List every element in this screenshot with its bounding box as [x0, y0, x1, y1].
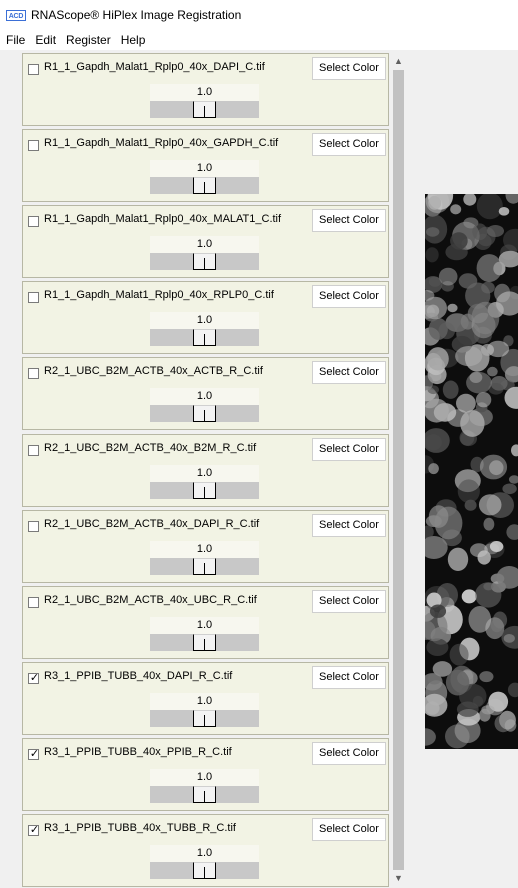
channel-panel: R2_1_UBC_B2M_ACTB_40x_UBC_R_C.tif Select …	[22, 586, 389, 659]
channel-panel: R2_1_UBC_B2M_ACTB_40x_DAPI_R_C.tif Select…	[22, 510, 389, 583]
channel-panel: R1_1_Gapdh_Malat1_Rplp0_40x_DAPI_C.tif Se…	[22, 53, 389, 126]
slider-thumb[interactable]	[193, 253, 216, 270]
opacity-slider[interactable]	[150, 101, 259, 118]
channel-panel: R1_1_Gapdh_Malat1_Rplp0_40x_RPLP0_C.tif S…	[22, 281, 389, 354]
opacity-slider[interactable]	[150, 558, 259, 575]
app-logo-icon: ACD	[6, 9, 26, 21]
channel-filename: R3_1_PPIB_TUBB_40x_DAPI_R_C.tif	[44, 670, 233, 682]
channel-checkbox[interactable]: ✓	[28, 672, 40, 684]
slider-thumb[interactable]	[193, 177, 216, 194]
menu-register[interactable]: Register	[61, 33, 116, 47]
slider-value: 1.0	[150, 541, 259, 558]
channel-panel: R1_1_Gapdh_Malat1_Rplp0_40x_MALAT1_C.tif…	[22, 205, 389, 278]
channel-filename: R2_1_UBC_B2M_ACTB_40x_B2M_R_C.tif	[44, 442, 257, 454]
slider-value: 1.0	[150, 388, 259, 405]
opacity-slider[interactable]	[150, 634, 259, 651]
slider-thumb[interactable]	[193, 634, 216, 651]
select-color-button[interactable]: Select Color	[312, 209, 386, 232]
channel-filename: R2_1_UBC_B2M_ACTB_40x_DAPI_R_C.tif	[44, 518, 260, 530]
opacity-slider[interactable]	[150, 786, 259, 803]
channel-checkbox[interactable]	[28, 368, 39, 379]
select-color-button[interactable]: Select Color	[312, 57, 386, 80]
slider-thumb[interactable]	[193, 786, 216, 803]
slider-value: 1.0	[150, 160, 259, 177]
opacity-slider[interactable]	[150, 862, 259, 879]
channel-panel: R2_1_UBC_B2M_ACTB_40x_ACTB_R_C.tif Select…	[22, 357, 389, 430]
select-color-button[interactable]: Select Color	[312, 361, 386, 384]
app-window: ACD RNAScope® HiPlex Image Registration …	[0, 0, 518, 888]
opacity-slider[interactable]	[150, 482, 259, 499]
slider-value: 1.0	[150, 236, 259, 253]
channel-filename: R1_1_Gapdh_Malat1_Rplp0_40x_DAPI_C.tif	[44, 61, 265, 73]
select-color-button[interactable]: Select Color	[312, 818, 386, 841]
scroll-down-icon[interactable]: ▼	[390, 870, 407, 887]
channel-panel: ✓ R3_1_PPIB_TUBB_40x_TUBB_R_C.tif Select C…	[22, 814, 389, 887]
channel-filename: R2_1_UBC_B2M_ACTB_40x_UBC_R_C.tif	[44, 594, 257, 606]
channel-checkbox[interactable]: ✓	[28, 748, 40, 760]
channel-checkbox[interactable]	[28, 140, 39, 151]
menu-file[interactable]: File	[0, 33, 30, 47]
select-color-button[interactable]: Select Color	[312, 666, 386, 689]
slider-value: 1.0	[150, 312, 259, 329]
menu-bar: File Edit Register Help	[0, 30, 518, 50]
select-color-button[interactable]: Select Color	[312, 742, 386, 765]
title-bar: ACD RNAScope® HiPlex Image Registration	[0, 0, 518, 30]
opacity-slider[interactable]	[150, 710, 259, 727]
slider-thumb[interactable]	[193, 558, 216, 575]
checkmark-icon: ✓	[29, 748, 40, 760]
channel-panel: R2_1_UBC_B2M_ACTB_40x_B2M_R_C.tif Select …	[22, 434, 389, 507]
menu-edit[interactable]: Edit	[30, 33, 61, 47]
select-color-button[interactable]: Select Color	[312, 514, 386, 537]
slider-thumb[interactable]	[193, 329, 216, 346]
channel-filename: R1_1_Gapdh_Malat1_Rplp0_40x_MALAT1_C.tif	[44, 213, 282, 225]
checkmark-icon: ✓	[29, 672, 40, 684]
channel-filename: R3_1_PPIB_TUBB_40x_PPIB_R_C.tif	[44, 746, 232, 758]
scroll-thumb[interactable]	[393, 70, 404, 870]
channel-checkbox[interactable]	[28, 292, 39, 303]
channel-filename: R3_1_PPIB_TUBB_40x_TUBB_R_C.tif	[44, 822, 236, 834]
microscopy-image	[425, 194, 518, 749]
slider-thumb[interactable]	[193, 405, 216, 422]
select-color-button[interactable]: Select Color	[312, 590, 386, 613]
client-area: R1_1_Gapdh_Malat1_Rplp0_40x_DAPI_C.tif Se…	[0, 50, 518, 888]
slider-value: 1.0	[150, 845, 259, 862]
scroll-up-icon[interactable]: ▲	[390, 53, 407, 70]
channel-panel: ✓ R3_1_PPIB_TUBB_40x_PPIB_R_C.tif Select C…	[22, 738, 389, 811]
opacity-slider[interactable]	[150, 405, 259, 422]
channel-checkbox[interactable]	[28, 64, 39, 75]
opacity-slider[interactable]	[150, 329, 259, 346]
slider-value: 1.0	[150, 693, 259, 710]
channel-panel: R1_1_Gapdh_Malat1_Rplp0_40x_GAPDH_C.tif S…	[22, 129, 389, 202]
channel-checkbox[interactable]	[28, 445, 39, 456]
channel-filename: R1_1_Gapdh_Malat1_Rplp0_40x_RPLP0_C.tif	[44, 289, 274, 301]
slider-value: 1.0	[150, 465, 259, 482]
opacity-slider[interactable]	[150, 177, 259, 194]
slider-value: 1.0	[150, 769, 259, 786]
select-color-button[interactable]: Select Color	[312, 285, 386, 308]
channel-filename: R1_1_Gapdh_Malat1_Rplp0_40x_GAPDH_C.tif	[44, 137, 279, 149]
menu-help[interactable]: Help	[116, 33, 151, 47]
window-title: RNAScope® HiPlex Image Registration	[31, 8, 242, 22]
channel-checkbox[interactable]	[28, 597, 39, 608]
slider-value: 1.0	[150, 84, 259, 101]
channel-list: R1_1_Gapdh_Malat1_Rplp0_40x_DAPI_C.tif Se…	[22, 53, 389, 887]
image-preview[interactable]	[425, 194, 518, 749]
select-color-button[interactable]: Select Color	[312, 438, 386, 461]
channel-checkbox[interactable]	[28, 216, 39, 227]
vertical-scrollbar[interactable]: ▲ ▼	[390, 53, 407, 887]
slider-value: 1.0	[150, 617, 259, 634]
slider-thumb[interactable]	[193, 862, 216, 879]
opacity-slider[interactable]	[150, 253, 259, 270]
slider-thumb[interactable]	[193, 710, 216, 727]
slider-thumb[interactable]	[193, 482, 216, 499]
channel-panel: ✓ R3_1_PPIB_TUBB_40x_DAPI_R_C.tif Select C…	[22, 662, 389, 735]
slider-thumb[interactable]	[193, 101, 216, 118]
select-color-button[interactable]: Select Color	[312, 133, 386, 156]
channel-checkbox[interactable]: ✓	[28, 824, 40, 836]
channel-filename: R2_1_UBC_B2M_ACTB_40x_ACTB_R_C.tif	[44, 365, 263, 377]
channel-checkbox[interactable]	[28, 521, 39, 532]
checkmark-icon: ✓	[29, 824, 40, 836]
